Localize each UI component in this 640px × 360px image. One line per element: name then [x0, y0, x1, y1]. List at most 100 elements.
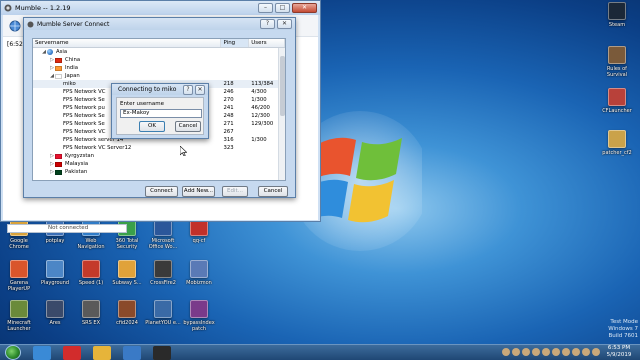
connect-globe-icon[interactable]	[9, 20, 21, 32]
connecting-cancel-button[interactable]: Cancel	[175, 121, 201, 132]
server-name: FPS Network Se	[63, 97, 105, 103]
add-new-button[interactable]: Add New...	[182, 186, 215, 197]
globe-icon	[47, 49, 53, 55]
connecting-close-button[interactable]: ✕	[195, 84, 205, 95]
tray-icon[interactable]	[562, 348, 570, 356]
app-icon	[10, 300, 28, 318]
server-name: India	[65, 65, 78, 71]
desktop-icon[interactable]: cfid2024	[108, 300, 146, 326]
desktop-icon-label: CrossFire2	[150, 280, 176, 286]
opera-taskbar-icon[interactable]	[63, 345, 81, 360]
desktop-icon[interactable]: Google Chrome	[0, 218, 38, 250]
desktop-icon[interactable]: bypassIndex patch	[180, 300, 218, 332]
server-row[interactable]: ▷ Malaysia	[33, 160, 285, 168]
desktop-icon[interactable]: CFLauncher	[598, 88, 636, 114]
desktop-icon[interactable]: 360 Total Security	[108, 218, 146, 250]
desktop-icon[interactable]: Minecraft Launcher	[0, 300, 38, 332]
username-input[interactable]: Ex-Makoy	[120, 109, 202, 118]
desktop-icon-label: Web Navigation	[77, 238, 105, 250]
desktop-icon[interactable]: Web Navigation	[72, 218, 110, 250]
desktop-icon[interactable]: CrossFire2	[144, 260, 182, 286]
desktop-icon[interactable]: Microsoft Office Wo...	[144, 218, 182, 250]
tray-icon[interactable]	[572, 348, 580, 356]
desktop-icon-label: patcher_cf2	[602, 150, 632, 156]
tray-icon[interactable]	[552, 348, 560, 356]
mumble-dialog-icon	[27, 21, 34, 27]
tray-icon[interactable]	[532, 348, 540, 356]
tray-icon[interactable]	[502, 348, 510, 356]
main-titlebar[interactable]: Mumble -- 1.2.19 – □ ✕	[1, 1, 320, 15]
chrome-taskbar-icon[interactable]	[93, 345, 111, 360]
desktop-icon[interactable]: Subway S...	[108, 260, 146, 286]
desktop-icon[interactable]: Playground	[36, 260, 74, 286]
close-button[interactable]: ✕	[292, 3, 317, 13]
mumble-taskbar-icon[interactable]	[153, 345, 171, 360]
flag-icon	[55, 65, 62, 71]
desktop-icon[interactable]: Speed (1)	[72, 260, 110, 286]
server-row[interactable]: ▷ Pakistan	[33, 168, 285, 176]
maximize-button[interactable]: □	[275, 3, 290, 13]
desktop-icon-label: SRS EX	[82, 320, 100, 326]
app-icon	[154, 260, 172, 278]
column-servername[interactable]: Servername	[33, 39, 222, 47]
desktop-icon[interactable]: Rules of Survival	[598, 46, 636, 78]
start-button[interactable]	[5, 345, 21, 360]
server-name: Pakistan	[65, 169, 88, 175]
server-name: FPS Network pu	[63, 105, 105, 111]
desktop-icon[interactable]: patcher_cf2	[598, 130, 636, 156]
edit-button[interactable]: Edit...	[222, 186, 248, 197]
server-name: China	[65, 57, 81, 63]
uploader-taskbar-icon[interactable]	[123, 345, 141, 360]
server-name: FPS Network VC	[63, 129, 106, 135]
desktop-icon[interactable]: SRS EX	[72, 300, 110, 326]
flag-icon	[55, 153, 62, 159]
server-name: miko	[63, 81, 76, 87]
column-users[interactable]: Users	[249, 39, 285, 47]
server-row[interactable]: FPS Network VC Server12 323	[33, 144, 285, 152]
server-row[interactable]: ◢ Japan	[33, 72, 285, 80]
app-icon	[118, 260, 136, 278]
server-ping: 241	[223, 105, 234, 111]
server-dialog-titlebar[interactable]: Mumble Server Connect ? ✕	[24, 18, 295, 30]
watermark-line-2: Windows 7	[608, 326, 638, 332]
desktop-icon[interactable]: Steam	[598, 2, 636, 28]
server-name: FPS Network VC	[63, 89, 106, 95]
desktop-icon[interactable]: Mobizmon	[180, 260, 218, 286]
tray-icon[interactable]	[592, 348, 600, 356]
flag-icon	[55, 169, 62, 175]
tray-icon[interactable]	[582, 348, 590, 356]
connecting-dialog[interactable]: Connecting to miko ? ✕ Enter username Ex…	[111, 83, 209, 139]
column-ping[interactable]: Ping	[221, 39, 250, 47]
server-name: FPS Network Se	[63, 113, 105, 119]
tray-icon[interactable]	[542, 348, 550, 356]
connect-button[interactable]: Connect	[145, 186, 178, 197]
connecting-dialog-titlebar[interactable]: Connecting to miko ? ✕	[112, 84, 208, 95]
cancel-button[interactable]: Cancel	[258, 186, 288, 197]
tray-icon[interactable]	[522, 348, 530, 356]
dialog-close-button[interactable]: ✕	[277, 19, 292, 29]
server-row[interactable]: ▷ India	[33, 64, 285, 72]
desktop-icon-label: Mobizmon	[186, 280, 212, 286]
minimize-button[interactable]: –	[258, 3, 273, 13]
connecting-dialog-title: Connecting to miko	[118, 86, 177, 93]
server-row[interactable]: ▷ Kyrgyzstan	[33, 152, 285, 160]
desktop-icon[interactable]: Ares	[36, 300, 74, 326]
server-row[interactable]: ◢ Asia	[33, 48, 285, 56]
server-row[interactable]: ▷ China	[33, 56, 285, 64]
flag-icon	[55, 161, 62, 167]
desktop-icon[interactable]: Garena PlayerUP	[0, 260, 38, 292]
app-icon	[82, 260, 100, 278]
ie-taskbar-icon[interactable]	[33, 345, 51, 360]
tree-scroll-thumb[interactable]	[280, 56, 285, 116]
ok-button[interactable]: OK	[139, 121, 165, 132]
connecting-help-button[interactable]: ?	[183, 84, 193, 95]
taskbar-clock[interactable]: 6:53 PM 5/9/2019	[602, 345, 636, 359]
server-ping: 248	[223, 113, 234, 119]
tray-icon[interactable]	[512, 348, 520, 356]
tree-scrollbar[interactable]	[278, 48, 285, 180]
desktop-icon[interactable]: PlanetYOU e...	[144, 300, 182, 326]
desktop-icon-label: Steam	[608, 22, 626, 28]
server-name: Kyrgyzstan	[65, 153, 95, 159]
dialog-help-button[interactable]: ?	[260, 19, 275, 29]
server-ping: 267	[223, 129, 234, 135]
